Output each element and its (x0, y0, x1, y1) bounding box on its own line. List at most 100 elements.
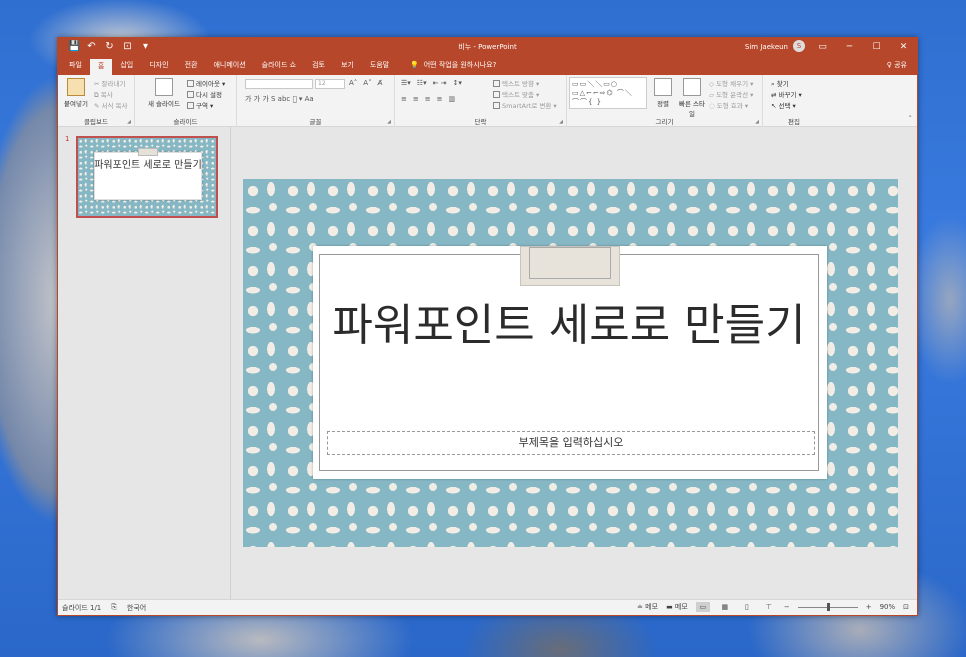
align-text-label: 텍스트 맞춤 (502, 91, 534, 99)
tab-design[interactable]: 디자인 (141, 57, 176, 75)
find-label: 찾기 (776, 80, 789, 88)
paste-label: 붙여넣기 (64, 100, 88, 108)
cut-label: 잘라내기 (101, 80, 126, 88)
line-spacing-icon[interactable]: ↕▾ (453, 79, 462, 87)
maximize-button[interactable]: ☐ (863, 38, 890, 57)
tab-insert[interactable]: 삽입 (112, 57, 141, 75)
zoom-slider-thumb[interactable] (827, 603, 831, 611)
tab-help[interactable]: 도움말 (362, 57, 397, 75)
comments-button[interactable]: ▬ 메모 (666, 602, 688, 612)
collapse-ribbon-icon[interactable]: ˄ (909, 115, 913, 123)
font-size-dropdown[interactable]: 12 (315, 79, 345, 89)
tell-me-search[interactable]: 💡 어떤 작업을 원하시나요? (410, 57, 496, 74)
select-label: 선택 (778, 102, 791, 110)
drawing-launcher-icon[interactable]: ◢ (755, 119, 759, 125)
reset-icon (187, 91, 194, 98)
tab-home[interactable]: 홈 (89, 59, 113, 75)
layout-label: 레이아웃 (196, 80, 220, 88)
format-painter-button[interactable]: ✎ 서식 복사 (94, 100, 128, 110)
align-right-icon[interactable]: ≡ (425, 95, 431, 103)
clear-format-icon[interactable]: A̸ (378, 79, 383, 87)
reset-label: 다시 설정 (196, 91, 222, 99)
reading-view-icon[interactable]: ▯ (740, 602, 754, 612)
ribbon-display-options-icon[interactable]: ▭ (809, 38, 836, 57)
thumbnail-tape (138, 148, 158, 156)
quick-styles-button[interactable]: 빠른 스타일 (677, 78, 707, 118)
text-direction-button[interactable]: 텍스트 방향 ▾ (493, 78, 539, 88)
notes-button[interactable]: ≐ 메모 (637, 602, 658, 612)
subtitle-placeholder[interactable]: 부제목을 입력하십시오 (327, 431, 815, 455)
clipboard-launcher-icon[interactable]: ◢ (127, 119, 131, 125)
paragraph-launcher-icon[interactable]: ◢ (559, 119, 563, 125)
group-clipboard: 붙여넣기 ✂ 잘라내기 ⧉ 복사 ✎ 서식 복사 클립보드 ◢ (58, 75, 135, 127)
font-style-buttons[interactable]: 가 가 가 S abc 간̲ ▾ Aa (245, 94, 314, 104)
normal-view-icon[interactable]: ▭ (695, 602, 710, 612)
bullets-icon[interactable]: ☰▾ (401, 79, 411, 87)
ribbon-tabs: 파일 홈 삽입 디자인 전환 애니메이션 슬라이드 쇼 검토 보기 도움말 💡 … (58, 57, 917, 75)
slideshow-view-icon[interactable]: ⊤ (762, 602, 776, 612)
group-paragraph: ☰▾ ☷▾ ⇤ ⇥ ↕▾ ≡ ≡ ≡ ≡ ▥ 텍스트 방향 ▾ 텍스트 맞춤 ▾ SmartA… (395, 75, 567, 127)
format-painter-label: 서식 복사 (101, 102, 128, 110)
grow-font-icon[interactable]: A˄ (349, 79, 357, 87)
align-text-button[interactable]: 텍스트 맞춤 ▾ (493, 89, 539, 99)
find-button[interactable]: ⌕ 찾기 (771, 78, 789, 89)
drawing-label: 그리기 (655, 118, 674, 126)
current-slide[interactable]: 파워포인트 세로로 만들기 부제목을 입력하십시오 (243, 179, 898, 547)
share-button[interactable]: ♀ 공유 (887, 57, 907, 74)
powerpoint-window: 💾 ↶ ↻ ⊡ ▾ 비누 - PowerPoint Sim Jaekeun S … (57, 37, 918, 616)
spellcheck-icon[interactable]: ⎘ (111, 603, 117, 613)
justify-icon[interactable]: ≡ (437, 95, 443, 103)
user-account[interactable]: Sim Jaekeun S (745, 40, 805, 52)
fit-to-window-icon[interactable]: ⊡ (903, 603, 909, 611)
zoom-in-icon[interactable]: + (866, 603, 872, 611)
zoom-out-icon[interactable]: − (784, 603, 790, 611)
smartart-button[interactable]: SmartArt로 변환 ▾ (493, 100, 557, 110)
shape-effects-button[interactable]: ◌ 도형 효과 ▾ (709, 100, 748, 110)
reset-button[interactable]: 다시 설정 (187, 89, 222, 99)
clipboard-label: 클립보드 (84, 118, 108, 126)
numbering-icon[interactable]: ☷▾ (417, 79, 427, 87)
font-launcher-icon[interactable]: ◢ (387, 119, 391, 125)
font-name-dropdown[interactable] (245, 79, 313, 89)
arrange-label: 정렬 (657, 100, 669, 108)
section-button[interactable]: 구역 ▾ (187, 100, 213, 110)
indent-icon[interactable]: ⇤ ⇥ (433, 79, 447, 87)
tape-decoration (520, 246, 620, 286)
align-left-icon[interactable]: ≡ (401, 95, 407, 103)
close-button[interactable]: ✕ (890, 38, 917, 57)
replace-button[interactable]: ⇄ 바꾸기 ▾ (771, 89, 802, 99)
slide-thumbnail[interactable]: 파워포인트 세로로 만들기 (76, 136, 218, 218)
tab-slideshow[interactable]: 슬라이드 쇼 (254, 57, 304, 75)
arrange-button[interactable]: 정렬 (651, 78, 675, 108)
tab-file[interactable]: 파일 (61, 57, 90, 75)
tab-review[interactable]: 검토 (304, 57, 333, 75)
new-slide-button[interactable]: 새 슬라이드 (145, 78, 183, 108)
slide-count: 슬라이드 1/1 (62, 604, 102, 612)
zoom-level[interactable]: 90% (880, 603, 896, 611)
thumbnail-number: 1 (65, 135, 70, 143)
align-center-icon[interactable]: ≡ (413, 95, 419, 103)
section-label: 구역 (196, 102, 208, 110)
shape-fill-button[interactable]: ◇ 도형 채우기 ▾ (709, 78, 753, 88)
columns-icon[interactable]: ▥ (449, 95, 456, 103)
language-indicator[interactable]: 한국어 (127, 603, 146, 613)
zoom-slider[interactable] (797, 602, 858, 612)
slide-sorter-icon[interactable]: ▦ (718, 602, 732, 612)
paste-button[interactable]: 붙여넣기 (61, 78, 91, 108)
layout-button[interactable]: 레이아웃 ▾ (187, 78, 225, 88)
tab-animations[interactable]: 애니메이션 (205, 57, 253, 75)
shrink-font-icon[interactable]: A˅ (363, 79, 371, 87)
tab-transitions[interactable]: 전환 (177, 57, 206, 75)
minimize-button[interactable]: ─ (836, 38, 863, 57)
shape-outline-label: 도형 윤곽선 (716, 91, 749, 99)
title-bar: 💾 ↶ ↻ ⊡ ▾ 비누 - PowerPoint Sim Jaekeun S … (58, 38, 917, 57)
tab-view[interactable]: 보기 (333, 57, 362, 75)
cut-button[interactable]: ✂ 잘라내기 (94, 78, 125, 88)
copy-button[interactable]: ⧉ 복사 (94, 89, 113, 100)
select-button[interactable]: ↖ 선택 ▾ (771, 100, 796, 110)
slide-thumbnail-pane: 1 파워포인트 세로로 만들기 (58, 127, 231, 601)
shape-outline-button[interactable]: ▱ 도형 윤곽선 ▾ (709, 89, 753, 99)
smartart-icon (493, 102, 500, 109)
shapes-gallery[interactable]: ▭▭＼＼▭○ ▭△⌐⌐⇨⌬ ⌒＼⌒⌒{ } (569, 77, 647, 109)
slide-title[interactable]: 파워포인트 세로로 만들기 (319, 303, 819, 349)
